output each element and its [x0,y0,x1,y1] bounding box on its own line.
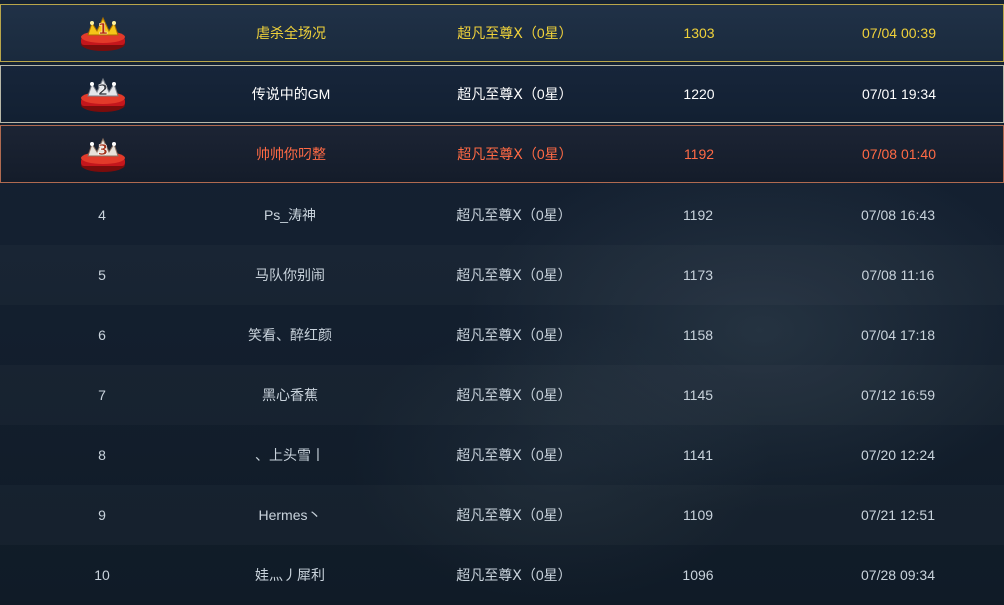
player-name: 黑心香蕉 [262,387,318,403]
score: 1220 [683,86,715,102]
leaderboard-row-rank-8: 8 、上头雪丨 超凡至尊Ⅹ（0星） 1141 07/20 12:24 [0,425,1004,485]
rank-number: 8 [98,447,106,463]
player-name: 、上头雪丨 [255,447,325,463]
leaderboard-row-rank-7: 7 黑心香蕉 超凡至尊Ⅹ（0星） 1145 07/12 16:59 [0,365,1004,425]
score: 1109 [682,507,714,523]
rank-number: 9 [98,507,106,523]
player-name: Hermes丶 [258,507,322,523]
score: 1173 [682,267,714,283]
leaderboard-row-rank-9: 9 Hermes丶 超凡至尊Ⅹ（0星） 1109 07/21 12:51 [0,485,1004,545]
rank-cell: 2 [53,66,153,122]
tier-label: 超凡至尊Ⅹ（0星） [457,146,573,162]
player-name: 笑看、醉红颜 [248,327,332,343]
rank-cell: 3 [53,126,153,182]
svg-text:2: 2 [98,81,108,99]
tier-label: 超凡至尊Ⅹ（0星） [456,507,572,523]
timestamp: 07/08 16:43 [861,207,935,223]
timestamp: 07/20 12:24 [861,447,935,463]
score: 1141 [682,447,714,463]
timestamp: 07/08 11:16 [861,267,935,283]
score: 1192 [682,207,714,223]
leaderboard-row-rank-3: 3 帅帅你叼整 超凡至尊Ⅹ（0星） 1192 07/08 01:40 [0,125,1004,183]
rank-number: 7 [98,387,106,403]
leaderboard-row-rank-1: 1 虐杀全场况 超凡至尊Ⅹ（0星） 1303 07/04 00:39 [0,4,1004,62]
player-name: 马队你别闹 [255,267,325,283]
gold-medal-1-icon: 1 [81,16,125,51]
svg-text:3: 3 [98,141,108,159]
score: 1192 [683,146,715,162]
bronze-medal-3-icon: 3 [81,137,125,172]
svg-text:1: 1 [98,20,108,38]
leaderboard-row-rank-6: 6 笑看、醉红颜 超凡至尊Ⅹ（0星） 1158 07/04 17:18 [0,305,1004,365]
rank-number: 10 [94,567,110,583]
rank-number: 6 [98,327,106,343]
timestamp: 07/12 16:59 [861,387,935,403]
score: 1145 [682,387,714,403]
tier-label: 超凡至尊Ⅹ（0星） [456,207,572,223]
timestamp: 07/04 00:39 [862,25,936,41]
leaderboard: 1 虐杀全场况 超凡至尊Ⅹ（0星） 1303 07/04 00:39 2 传说中… [0,0,1004,601]
tier-label: 超凡至尊Ⅹ（0星） [456,267,572,283]
player-name: 虐杀全场况 [256,25,326,41]
player-name: 传说中的GM [251,86,331,102]
leaderboard-row-rank-4: 4 Ps_涛神 超凡至尊Ⅹ（0星） 1192 07/08 16:43 [0,185,1004,245]
timestamp: 07/28 09:34 [861,567,935,583]
score: 1096 [682,567,714,583]
tier-label: 超凡至尊Ⅹ（0星） [456,327,572,343]
timestamp: 07/08 01:40 [862,146,936,162]
player-name: 帅帅你叼整 [256,146,326,162]
tier-label: 超凡至尊Ⅹ（0星） [457,25,573,41]
rank-number: 4 [98,207,106,223]
timestamp: 07/01 19:34 [862,86,936,102]
tier-label: 超凡至尊Ⅹ（0星） [457,86,573,102]
leaderboard-row-rank-10: 10 娃灬丿犀利 超凡至尊Ⅹ（0星） 1096 07/28 09:34 [0,545,1004,605]
tier-label: 超凡至尊Ⅹ（0星） [456,387,572,403]
leaderboard-row-rank-2: 2 传说中的GM 超凡至尊Ⅹ（0星） 1220 07/01 19:34 [0,65,1004,123]
rank-cell: 1 [53,5,153,61]
timestamp: 07/21 12:51 [861,507,935,523]
silver-medal-2-icon: 2 [81,77,125,112]
timestamp: 07/04 17:18 [861,327,935,343]
score: 1303 [683,25,715,41]
tier-label: 超凡至尊Ⅹ（0星） [456,447,572,463]
player-name: Ps_涛神 [263,207,317,223]
rank-number: 5 [98,267,106,283]
player-name: 娃灬丿犀利 [255,567,325,583]
leaderboard-row-rank-5: 5 马队你别闹 超凡至尊Ⅹ（0星） 1173 07/08 11:16 [0,245,1004,305]
tier-label: 超凡至尊Ⅹ（0星） [456,567,572,583]
score: 1158 [682,327,714,343]
